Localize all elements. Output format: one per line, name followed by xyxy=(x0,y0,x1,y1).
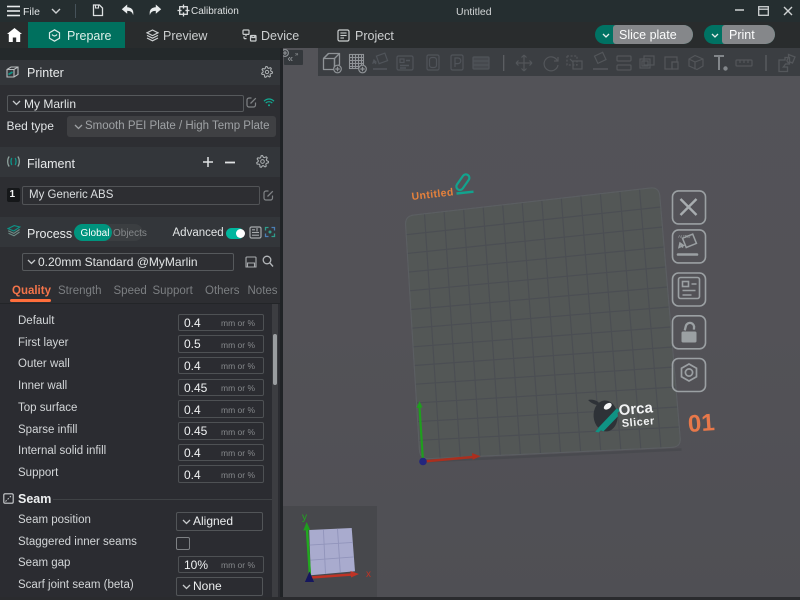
svg-text:AUTO: AUTO xyxy=(678,234,691,239)
svg-text:«: « xyxy=(288,54,294,65)
svg-text:x: x xyxy=(366,569,371,580)
svg-text:y: y xyxy=(302,512,307,523)
svg-text:01: 01 xyxy=(687,409,716,438)
